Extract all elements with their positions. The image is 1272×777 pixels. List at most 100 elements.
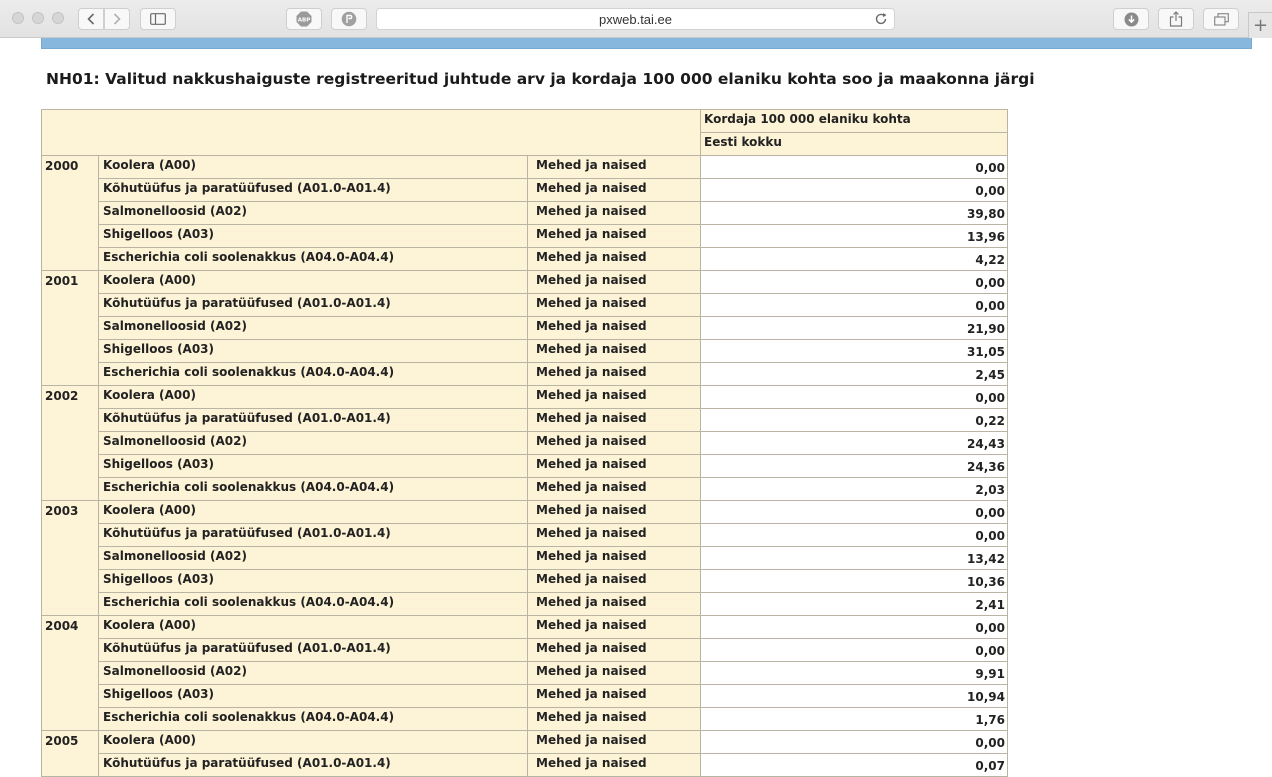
disease-cell: Shigelloos (A03) — [98, 339, 528, 363]
sex-cell: Mehed ja naised — [527, 270, 701, 294]
sex-cell: Mehed ja naised — [527, 684, 701, 708]
value-cell: 24,36 — [700, 454, 1008, 478]
close-window-button[interactable] — [12, 12, 24, 24]
sex-cell: Mehed ja naised — [527, 730, 701, 754]
adblock-icon: ABP — [296, 11, 312, 27]
table-row: 2000 Koolera (A00) Mehed ja naised 0,00 — [41, 155, 1008, 271]
table-corner — [41, 109, 701, 156]
table-row: Shigelloos (A03) Mehed ja naised 31,05 — [42, 339, 1008, 363]
downloads-button[interactable] — [1113, 8, 1149, 30]
sex-cell: Mehed ja naised — [527, 224, 701, 248]
sex-cell: Mehed ja naised — [527, 638, 701, 662]
table-row: Shigelloos (A03) Mehed ja naised 24,36 — [42, 454, 1008, 478]
table-row: Kõhutüüfus ja paratüüfused (A01.0-A01.4)… — [42, 638, 1008, 662]
sidebar-icon — [150, 13, 166, 25]
table-row: Kõhutüüfus ja paratüüfused (A01.0-A01.4)… — [42, 408, 1008, 432]
disease-cell: Escherichia coli soolenakkus (A04.0-A04.… — [98, 707, 528, 731]
page-header-bar — [41, 38, 1252, 49]
value-cell: 13,96 — [700, 224, 1008, 248]
chevron-left-icon — [87, 13, 95, 25]
download-icon — [1124, 12, 1138, 26]
disease-cell: Koolera (A00) — [98, 385, 528, 409]
svg-text:ABP: ABP — [298, 18, 310, 24]
sex-cell: Mehed ja naised — [527, 546, 701, 570]
back-button[interactable] — [78, 8, 104, 30]
disease-cell: Shigelloos (A03) — [98, 454, 528, 478]
sex-cell: Mehed ja naised — [527, 201, 701, 225]
disease-cell: Shigelloos (A03) — [98, 569, 528, 593]
chevron-right-icon — [113, 13, 121, 25]
new-tab-button[interactable]: + — [1248, 12, 1272, 38]
sex-cell: Mehed ja naised — [527, 339, 701, 363]
table-row: Escherichia coli soolenakkus (A04.0-A04.… — [42, 362, 1008, 386]
table-row: Kõhutüüfus ja paratüüfused (A01.0-A01.4)… — [42, 293, 1008, 317]
reload-icon[interactable] — [874, 12, 888, 26]
table-row: 2003 Koolera (A00) Mehed ja naised 0,00 — [41, 500, 1008, 616]
disease-cell: Kõhutüüfus ja paratüüfused (A01.0-A01.4) — [98, 638, 528, 662]
table-row: Kõhutüüfus ja paratüüfused (A01.0-A01.4)… — [42, 753, 1008, 777]
table-row: Escherichia coli soolenakkus (A04.0-A04.… — [42, 707, 1008, 731]
tabs-overview-button[interactable] — [1203, 8, 1239, 30]
table-row: Salmonelloosid (A02) Mehed ja naised 24,43 — [42, 431, 1008, 455]
sex-cell: Mehed ja naised — [527, 500, 701, 524]
value-cell: 0,00 — [700, 178, 1008, 202]
disease-cell: Koolera (A00) — [98, 270, 528, 294]
value-cell: 10,36 — [700, 569, 1008, 593]
value-cell: 9,91 — [700, 661, 1008, 685]
share-icon — [1169, 11, 1183, 27]
tabs-icon — [1213, 12, 1229, 26]
minimize-window-button[interactable] — [32, 12, 44, 24]
disease-cell: Shigelloos (A03) — [98, 224, 528, 248]
disease-cell: Koolera (A00) — [98, 500, 528, 524]
disease-cell: Shigelloos (A03) — [98, 684, 528, 708]
extension-button[interactable] — [331, 8, 367, 30]
value-cell: 21,90 — [700, 316, 1008, 340]
sex-cell: Mehed ja naised — [527, 385, 701, 409]
table-row: 2002 Koolera (A00) Mehed ja naised 0,00 — [41, 385, 1008, 501]
table-row: Shigelloos (A03) Mehed ja naised 10,94 — [42, 684, 1008, 708]
share-button[interactable] — [1158, 8, 1194, 30]
value-cell: 0,00 — [700, 270, 1008, 294]
value-cell: 1,76 — [700, 707, 1008, 731]
disease-cell: Salmonelloosid (A02) — [98, 431, 528, 455]
value-cell: 0,07 — [700, 753, 1008, 777]
disease-cell: Kõhutüüfus ja paratüüfused (A01.0-A01.4) — [98, 753, 528, 777]
disease-cell: Kõhutüüfus ja paratüüfused (A01.0-A01.4) — [98, 408, 528, 432]
value-cell: 0,00 — [700, 293, 1008, 317]
sex-cell: Mehed ja naised — [527, 477, 701, 501]
table-row: 2005 Koolera (A00) Mehed ja naised 0,00 — [41, 730, 1008, 777]
url-text: pxweb.tai.ee — [599, 11, 672, 27]
table-body: 2000 Koolera (A00) Mehed ja naised 0,00 Kõhu… — [41, 155, 1008, 777]
disease-cell: Salmonelloosid (A02) — [98, 316, 528, 340]
sex-cell: Mehed ja naised — [527, 362, 701, 386]
sex-cell: Mehed ja naised — [527, 431, 701, 455]
table-row: 2001 Koolera (A00) Mehed ja naised 0,00 — [41, 270, 1008, 386]
zoom-window-button[interactable] — [52, 12, 64, 24]
data-table: Kordaja 100 000 elaniku kohta Eesti kokk… — [41, 109, 1008, 777]
value-cell: 0,00 — [700, 730, 1008, 754]
value-cell: 24,43 — [700, 431, 1008, 455]
sex-cell: Mehed ja naised — [527, 707, 701, 731]
value-cell: 39,80 — [700, 201, 1008, 225]
table-row: Salmonelloosid (A02) Mehed ja naised 39,80 — [42, 201, 1008, 225]
sidebar-button[interactable] — [140, 8, 176, 30]
table-row: Escherichia coli soolenakkus (A04.0-A04.… — [42, 477, 1008, 501]
table-row: Kõhutüüfus ja paratüüfused (A01.0-A01.4)… — [42, 178, 1008, 202]
forward-button[interactable] — [104, 8, 130, 30]
page-title: NH01: Valitud nakkushaiguste registreeri… — [46, 70, 1035, 88]
year-cell: 2003 — [41, 500, 99, 616]
value-cell: 0,00 — [700, 523, 1008, 547]
year-cell: 2005 — [41, 730, 99, 777]
adblock-button[interactable]: ABP — [286, 8, 322, 30]
table-row: Kõhutüüfus ja paratüüfused (A01.0-A01.4)… — [42, 523, 1008, 547]
sex-cell: Mehed ja naised — [527, 753, 701, 777]
column-header-region: Eesti kokku — [700, 132, 1008, 156]
value-cell: 2,45 — [700, 362, 1008, 386]
table-row: Shigelloos (A03) Mehed ja naised 10,36 — [42, 569, 1008, 593]
table-row: Escherichia coli soolenakkus (A04.0-A04.… — [42, 592, 1008, 616]
value-cell: 0,00 — [700, 155, 1008, 179]
sex-cell: Mehed ja naised — [527, 247, 701, 271]
sex-cell: Mehed ja naised — [527, 316, 701, 340]
address-bar[interactable]: pxweb.tai.ee — [376, 8, 895, 30]
sex-cell: Mehed ja naised — [527, 523, 701, 547]
